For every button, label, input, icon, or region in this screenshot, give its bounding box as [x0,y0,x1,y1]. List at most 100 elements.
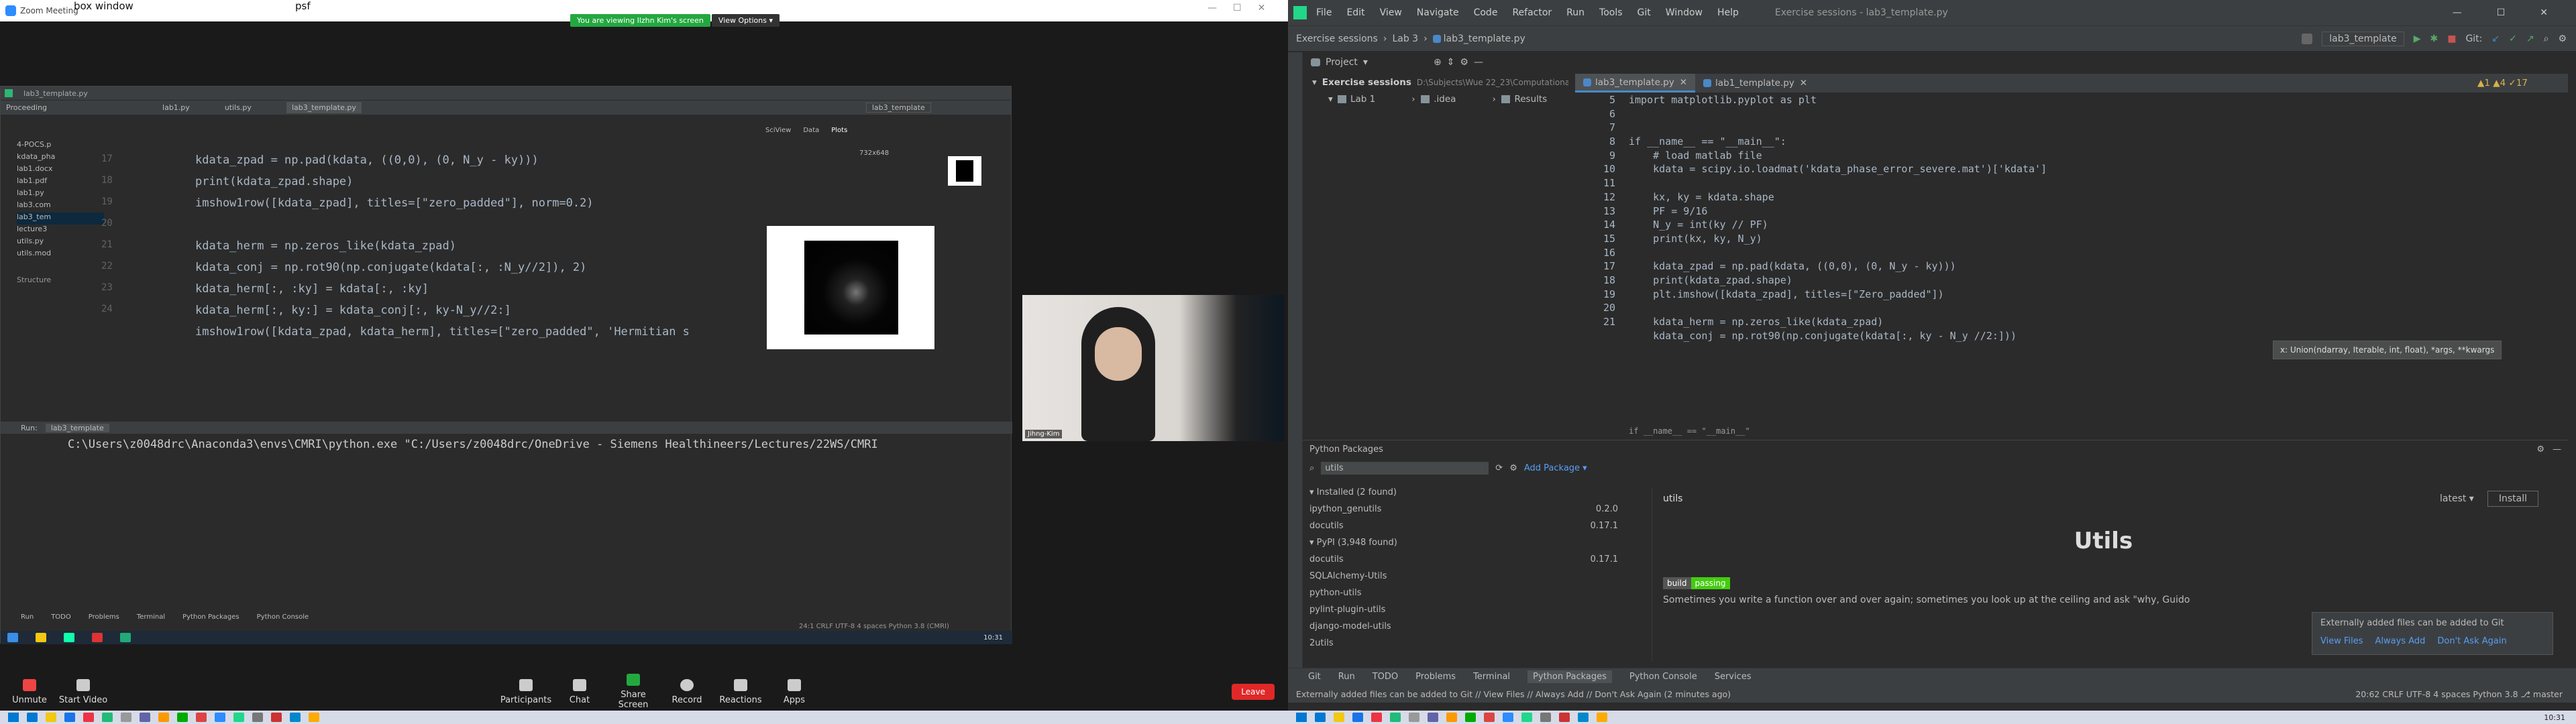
tool-tab[interactable]: Python Packages [1527,670,1612,683]
tree-folder[interactable]: › Results [1456,90,1547,107]
package-row[interactable]: docutils 0.17.1 [1309,554,1645,571]
taskbar-app-icon[interactable] [215,713,225,722]
menu-file[interactable]: File [1316,7,1332,18]
package-row[interactable]: pylint-plugin-utils [1309,605,1645,621]
git-commit-icon[interactable]: ✓ [2509,34,2517,44]
shared-tree-item[interactable]: lab1.pdf [17,176,104,188]
tool-tab[interactable]: Python Console [1629,672,1697,682]
taskbar-app-icon[interactable] [121,713,131,722]
share-screen-button[interactable]: Share Screen [606,674,660,710]
taskbar-app-icon[interactable] [1559,713,1570,722]
crumb-folder[interactable]: Lab 3 [1392,34,1418,44]
taskbar-app-icon[interactable] [1578,713,1589,722]
shared-bottom-tab[interactable]: Terminal [137,613,165,621]
editor-tab-active[interactable]: lab3_template.py ✕ [1575,74,1696,93]
tool-tab[interactable]: TODO [1373,672,1398,682]
search-icon[interactable]: ⌕ [2544,34,2549,44]
taskbar-app-icon[interactable] [1597,713,1607,722]
add-package-button[interactable]: Add Package ▾ [1524,463,1587,473]
taskbar-app-icon[interactable] [271,713,282,722]
shared-tree-item[interactable]: lab3_tem [17,213,104,225]
taskbar-app-icon[interactable] [1446,713,1457,722]
user-icon[interactable] [2302,33,2313,44]
dont-ask-link[interactable]: Don't Ask Again [2437,636,2506,646]
view-files-link[interactable]: View Files [2320,636,2363,646]
taskbar-app-icon[interactable] [309,713,319,722]
shared-run-config[interactable]: lab3_template [865,103,931,113]
shared-tree-item[interactable]: 4-POCS.p [17,140,104,152]
sciview-tab-plots[interactable]: Plots [831,127,847,136]
shared-bottom-tab[interactable]: TODO [51,613,71,621]
shared-bottom-tab[interactable]: Python Packages [182,613,239,621]
shared-tab-3[interactable]: lab3_template.py [286,102,362,113]
menu-window[interactable]: Window [1666,7,1703,18]
shared-bottom-tab[interactable]: Run [21,613,34,621]
taskbar-app-icon[interactable] [1465,713,1476,722]
maximize-icon[interactable]: ☐ [1233,3,1242,13]
menu-code[interactable]: Code [1474,7,1498,18]
crumb-root[interactable]: Exercise sessions [1296,34,1378,44]
taskbar-app-icon[interactable] [27,713,38,722]
menu-edit[interactable]: Edit [1346,7,1364,18]
record-button[interactable]: Record [660,678,714,705]
package-row[interactable]: ipython_genutils 0.2.0 [1309,504,1645,521]
windows-start-icon[interactable] [8,713,19,722]
project-label[interactable]: Project [1326,57,1358,68]
maximize-icon[interactable]: ☐ [2497,7,2506,18]
shared-tree-item[interactable]: utils.py [17,237,104,249]
taskbar-app-icon[interactable] [46,713,56,722]
participants-button[interactable]: Participants [499,678,553,705]
run-icon[interactable]: ▶ [2414,34,2421,44]
hide-icon[interactable]: — [1474,57,1483,68]
run-config-select[interactable]: lab3_template [2322,31,2404,46]
debug-icon[interactable]: ✱ [2430,34,2438,44]
chat-button[interactable]: Chat [553,678,606,705]
menu-git[interactable]: Git [1638,7,1651,18]
tree-file[interactable]: code.zip [1547,90,1568,107]
collapse-icon[interactable]: ⇕ [1447,57,1455,68]
shared-bottom-tab[interactable]: Python Console [257,613,309,621]
tool-tab[interactable]: Terminal [1473,672,1510,682]
tree-folder[interactable]: › .idea [1375,90,1456,107]
menu-help[interactable]: Help [1717,7,1739,18]
taskbar-app-icon[interactable] [1484,713,1495,722]
menu-navigate[interactable]: Navigate [1417,7,1459,18]
installed-header[interactable]: ▾ Installed (2 found) [1309,487,1645,504]
taskbar-app-icon[interactable] [64,713,75,722]
tool-tab[interactable]: Services [1715,672,1752,682]
taskbar-app-icon[interactable] [1352,713,1363,722]
git-push-icon[interactable]: ↗ [2526,34,2534,44]
inspection-widget[interactable]: ▲1 ▲4 ✓17 [2477,78,2528,88]
package-row[interactable]: SQLAlchemy-Utils [1309,571,1645,588]
taskbar-app-icon[interactable] [1371,713,1382,722]
close-icon[interactable]: ✕ [2540,7,2548,18]
version-select[interactable]: latest ▾ [2440,493,2474,504]
taskbar-app-icon[interactable] [290,713,301,722]
menu-run[interactable]: Run [1566,7,1585,18]
taskbar-app-icon[interactable] [252,713,263,722]
run-tab[interactable]: lab3_template [45,423,109,432]
pypi-header[interactable]: ▾ PyPI (3,948 found) [1309,538,1645,554]
shared-tree-item[interactable]: lecture3 [17,225,104,237]
taskbar-app-icon[interactable] [1540,713,1551,722]
shared-tree-item[interactable]: lab1.py [17,188,104,200]
tree-root[interactable]: ▾ Exercise sessions D:\Subjects\Wue 22_23… [1307,74,1568,90]
taskbar-app-icon[interactable] [1315,713,1326,722]
package-row[interactable]: docutils 0.17.1 [1309,521,1645,538]
manage-repos-icon[interactable]: ⚙ [1509,463,1517,473]
package-row[interactable]: python-utils [1309,588,1645,605]
tool-tab[interactable]: Run [1338,672,1355,682]
taskbar-app-icon[interactable] [83,713,94,722]
taskbar-app-icon[interactable] [1428,713,1438,722]
settings-icon[interactable]: ⚙ [2558,34,2567,44]
webcam-video[interactable]: Jihng-Kim [1022,295,1284,441]
editor-tab-lab1[interactable]: lab1_template.py ✕ [1695,78,1815,88]
panel-settings-icon[interactable]: ⚙ [2536,444,2544,455]
tool-tab[interactable]: Problems [1415,672,1456,682]
taskbar-app-icon[interactable] [102,713,113,722]
taskbar-app-icon[interactable] [1334,713,1344,722]
apps-button[interactable]: Apps [767,678,821,705]
refresh-icon[interactable]: ⟳ [1495,463,1503,473]
tool-tab[interactable]: Git [1308,672,1321,682]
menu-refactor[interactable]: Refactor [1512,7,1552,18]
